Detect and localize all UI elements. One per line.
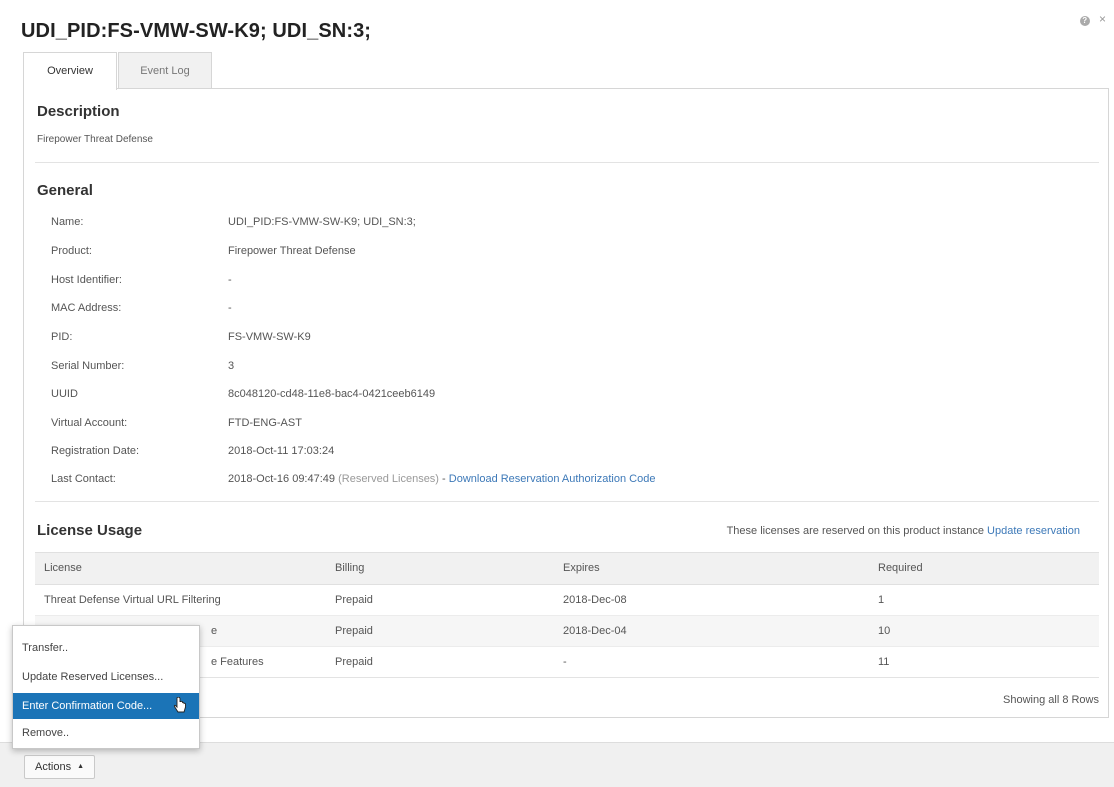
required-cell: 10 <box>878 625 891 637</box>
expires-cell: 2018-Dec-08 <box>563 594 627 606</box>
product-value: Firepower Threat Defense <box>228 245 356 257</box>
actions-button[interactable]: Actions ▲ <box>24 755 96 779</box>
last-contact-separator: - <box>442 473 446 485</box>
caret-up-icon: ▲ <box>77 763 85 771</box>
hand-cursor-icon <box>173 697 186 713</box>
virtual-account-value: FTD-ENG-AST <box>228 417 302 429</box>
menu-item-update-reserved-licenses[interactable]: Update Reserved Licenses... <box>13 664 199 690</box>
name-value: UDI_PID:FS-VMW-SW-K9; UDI_SN:3; <box>228 216 416 228</box>
column-expires[interactable]: Expires <box>563 562 600 574</box>
license-usage-heading: License Usage <box>37 522 143 539</box>
last-contact-value-group: 2018-Oct-16 09:47:49 (Reserved Licenses)… <box>228 473 655 485</box>
license-name-cell: e <box>211 625 218 637</box>
expires-cell: 2018-Dec-04 <box>563 625 627 637</box>
mac-address-value: - <box>228 302 232 314</box>
column-billing[interactable]: Billing <box>335 562 364 574</box>
update-reservation-link[interactable]: Update reservation <box>987 525 1080 537</box>
close-icon[interactable]: × <box>1099 12 1106 26</box>
uuid-value: 8c048120-cd48-11e8-bac4-0421ceeb6149 <box>228 388 436 400</box>
pid-value: FS-VMW-SW-K9 <box>228 331 311 343</box>
last-contact-value: 2018-Oct-16 09:47:49 <box>228 473 336 485</box>
top-icons: ? × <box>1074 12 1106 26</box>
column-required[interactable]: Required <box>878 562 923 574</box>
license-reservation-note: These licenses are reserved on this prod… <box>727 525 1080 537</box>
host-identifier-value: - <box>228 274 232 286</box>
last-contact-label: Last Contact: <box>51 473 116 485</box>
download-reservation-code-link[interactable]: Download Reservation Authorization Code <box>449 473 656 485</box>
host-identifier-label: Host Identifier: <box>51 274 122 286</box>
divider <box>35 501 1099 502</box>
registration-date-label: Registration Date: <box>51 445 140 457</box>
billing-cell: Prepaid <box>335 625 373 637</box>
serial-number-value: 3 <box>228 360 235 372</box>
row-count: Showing all 8 Rows <box>1003 694 1099 706</box>
license-name-cell: e Features <box>211 656 264 668</box>
name-label: Name: <box>51 216 84 228</box>
billing-cell: Prepaid <box>335 656 373 668</box>
virtual-account-label: Virtual Account: <box>51 417 128 429</box>
general-heading: General <box>37 182 93 199</box>
required-cell: 11 <box>878 656 890 668</box>
pid-label: PID: <box>51 331 73 343</box>
description-text: Firepower Threat Defense <box>37 134 153 145</box>
last-contact-note: (Reserved Licenses) <box>338 473 439 485</box>
required-cell: 1 <box>878 594 885 606</box>
overview-panel: Description Firepower Threat Defense Gen… <box>23 88 1109 718</box>
actions-label: Actions <box>35 761 72 773</box>
menu-item-enter-confirmation-code[interactable]: Enter Confirmation Code... <box>13 693 199 719</box>
expires-cell: - <box>563 656 567 668</box>
description-heading: Description <box>37 103 120 120</box>
menu-item-remove[interactable]: Remove.. <box>13 720 199 746</box>
license-reservation-text: These licenses are reserved on this prod… <box>726 525 984 537</box>
help-icon[interactable]: ? <box>1079 16 1090 26</box>
license-table-header: License Billing Expires Required <box>35 552 1099 585</box>
column-license[interactable]: License <box>44 562 82 574</box>
license-name-cell: Threat Defense Virtual URL Filtering <box>44 594 221 606</box>
uuid-label: UUID <box>51 388 78 400</box>
actions-menu: Transfer.. Update Reserved Licenses... E… <box>12 625 200 749</box>
tab-overview[interactable]: Overview <box>23 52 117 90</box>
menu-item-transfer[interactable]: Transfer.. <box>13 635 199 661</box>
divider <box>35 162 1099 163</box>
serial-number-label: Serial Number: <box>51 360 125 372</box>
menu-item-label: Enter Confirmation Code... <box>22 700 153 712</box>
product-label: Product: <box>51 245 92 257</box>
table-row[interactable]: Threat Defense Virtual URL Filtering Pre… <box>35 585 1099 615</box>
page-title: UDI_PID:FS-VMW-SW-K9; UDI_SN:3; <box>21 20 372 42</box>
billing-cell: Prepaid <box>335 594 373 606</box>
mac-address-label: MAC Address: <box>51 302 122 314</box>
tab-event-log[interactable]: Event Log <box>118 52 212 89</box>
registration-date-value: 2018-Oct-11 17:03:24 <box>228 445 335 457</box>
